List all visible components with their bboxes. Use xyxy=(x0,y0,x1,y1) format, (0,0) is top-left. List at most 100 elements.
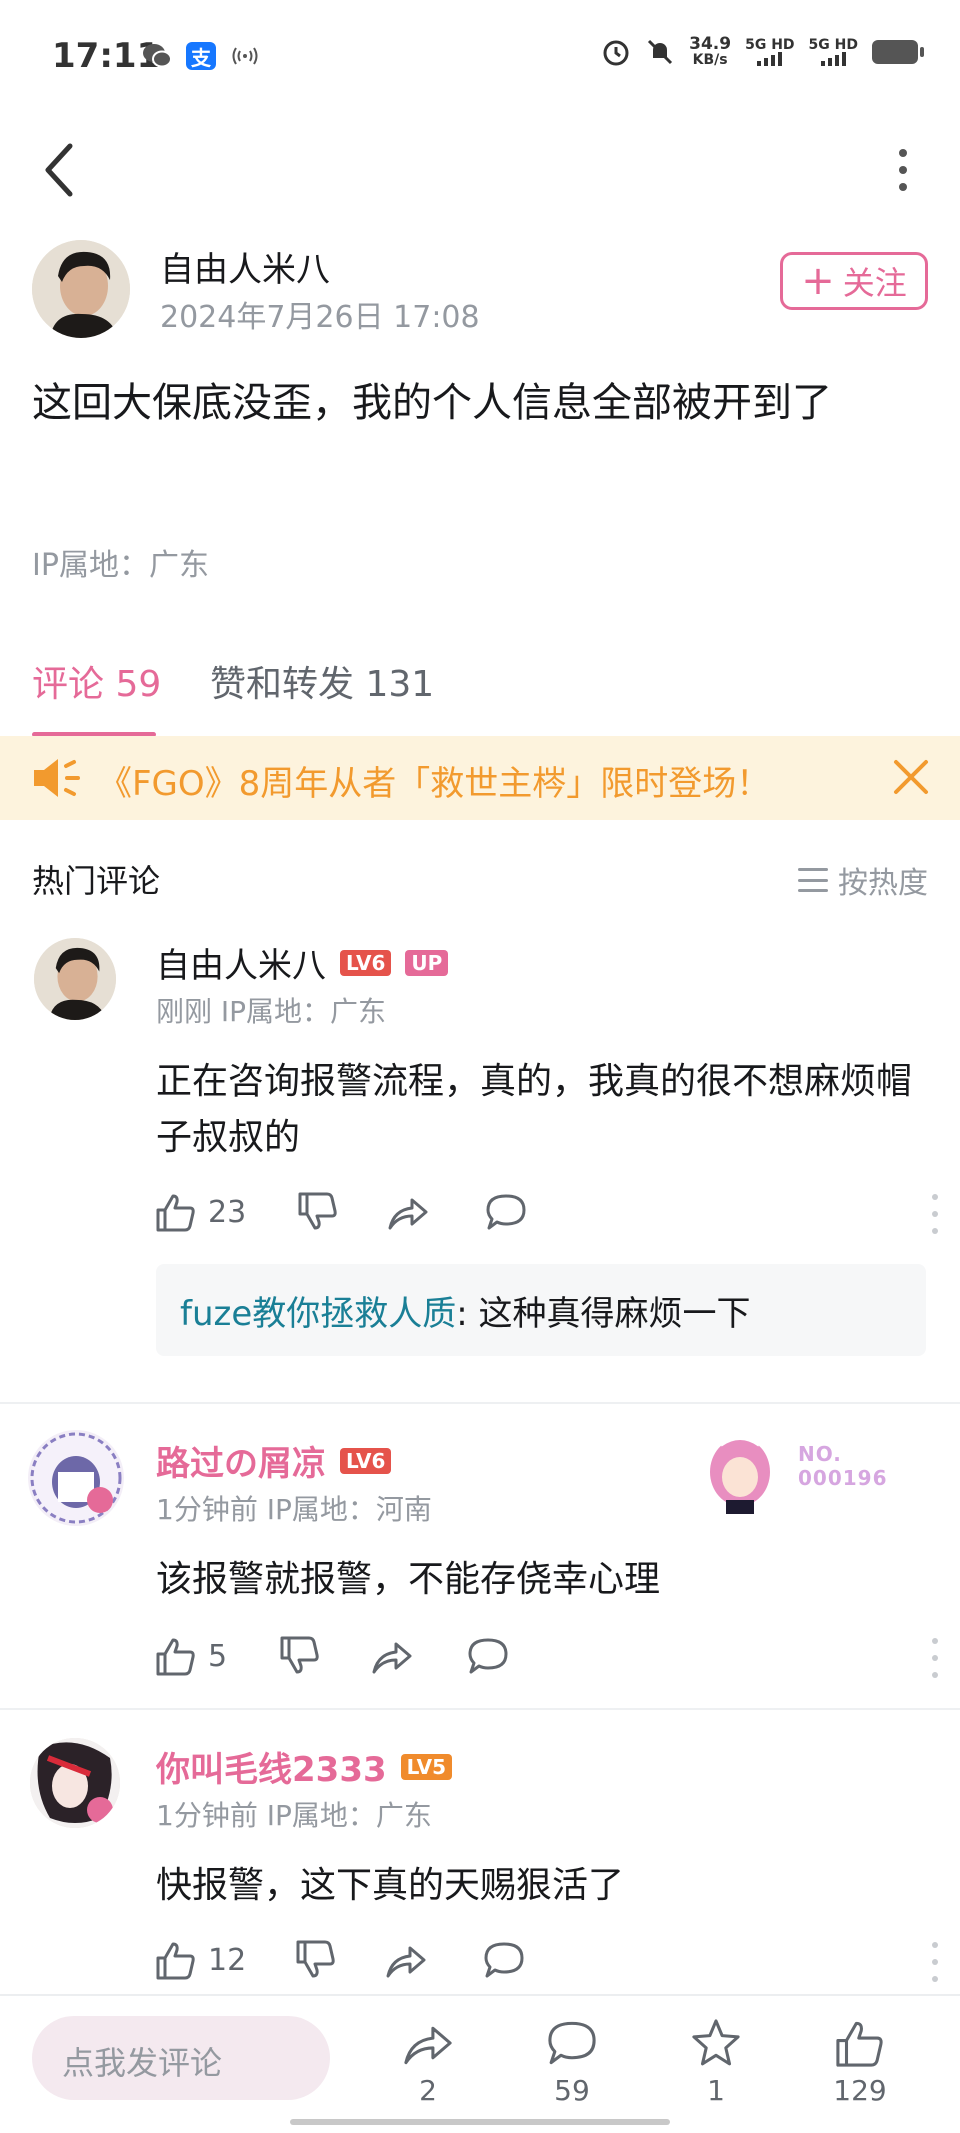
commenter-name[interactable]: 自由人米八 xyxy=(156,938,326,987)
hot-comments-header: 热门评论 按热度 xyxy=(32,856,928,906)
like-count: 12 xyxy=(208,1942,247,1978)
like-count: 5 xyxy=(208,1638,228,1674)
comment-more-button[interactable] xyxy=(930,1194,940,1234)
like-action[interactable]: 129 xyxy=(820,2016,900,2107)
commenter-name-row: 路过の屑凉 LV6 xyxy=(156,1436,392,1485)
share-count: 2 xyxy=(419,2074,437,2107)
alipay-icon: 支 xyxy=(186,42,216,70)
comment-item: 自由人米八 LV6 UP 刚刚 IP属地：广东 正在咨询报警流程，真的，我真的很… xyxy=(0,938,960,1378)
close-icon[interactable] xyxy=(888,754,934,800)
level-badge: LV5 xyxy=(400,1753,453,1780)
share-button[interactable] xyxy=(386,1190,430,1234)
comment-actions: 12 xyxy=(154,1938,938,1988)
share-button[interactable] xyxy=(384,1938,428,1982)
reply-username[interactable]: fuze教你拯救人质 xyxy=(180,1294,456,1334)
back-arrow-icon xyxy=(45,143,73,197)
comment-input[interactable]: 点我发评论 xyxy=(32,2016,330,2100)
like-button[interactable]: 23 xyxy=(154,1190,246,1234)
reply-button[interactable] xyxy=(484,1190,528,1234)
level-badge: LV6 xyxy=(340,949,392,976)
alarm-icon xyxy=(603,40,629,66)
sort-lines-icon xyxy=(798,868,828,892)
post-author: 自由人米八 2024年7月26日 17:08 + 关注 xyxy=(32,240,932,340)
like-count: 129 xyxy=(833,2074,887,2107)
follow-button[interactable]: + 关注 xyxy=(780,252,928,310)
post-datetime: 2024年7月26日 17:08 xyxy=(160,300,480,335)
commenter-avatar-image xyxy=(30,1738,120,1828)
comment-actions: 23 xyxy=(154,1190,938,1240)
commenter-avatar[interactable] xyxy=(28,1430,124,1526)
share-action[interactable]: 2 xyxy=(388,2016,468,2107)
dislike-button[interactable] xyxy=(278,1634,322,1678)
comment-more-button[interactable] xyxy=(930,1638,940,1678)
sort-button[interactable]: 按热度 xyxy=(798,858,928,902)
chat-bubble-icon xyxy=(548,2021,596,2065)
tab-comments[interactable]: 评论 59 xyxy=(32,655,161,737)
more-options-button[interactable] xyxy=(888,130,918,210)
post-ip-location: IP属地：广东 xyxy=(32,548,209,583)
speaker-icon xyxy=(34,759,80,797)
commenter-avatar[interactable] xyxy=(34,938,116,1020)
chat-bubble-icon xyxy=(468,1638,508,1674)
signal-bars-icon xyxy=(809,52,858,66)
chat-bubble-icon xyxy=(486,1194,526,1230)
comment-item: 你叫毛线2333 LV5 1分钟前 IP属地：广东 快报警，这下真的天赐狠活了 … xyxy=(0,1738,960,1992)
nfc-icon xyxy=(232,47,258,65)
like-button[interactable]: 12 xyxy=(154,1938,246,1982)
mute-bell-icon xyxy=(648,39,673,65)
thumbs-up-icon xyxy=(156,1638,195,1676)
reply-button[interactable] xyxy=(466,1634,510,1678)
favorite-action[interactable]: 1 xyxy=(676,2016,756,2107)
follow-label: 关注 xyxy=(842,264,907,302)
dislike-button[interactable] xyxy=(294,1938,338,1982)
tab-likes-reposts[interactable]: 赞和转发 131 xyxy=(210,655,434,707)
comment-count: 59 xyxy=(554,2074,590,2107)
comment-actions: 5 xyxy=(154,1634,938,1684)
home-indicator[interactable] xyxy=(290,2119,670,2125)
status-notification-icons: 支 xyxy=(142,42,260,70)
hot-comments-title: 热门评论 xyxy=(32,862,161,900)
favorite-count: 1 xyxy=(707,2074,725,2107)
bottom-action-bar: 点我发评论 2 59 1 129 xyxy=(0,1994,960,2133)
commenter-avatar-image xyxy=(30,1432,122,1524)
thumbs-up-icon xyxy=(156,1942,195,1980)
back-button[interactable] xyxy=(40,130,100,210)
battery-icon xyxy=(872,40,924,64)
commenter-name-row: 你叫毛线2333 LV5 xyxy=(156,1742,453,1791)
dislike-button[interactable] xyxy=(296,1190,340,1234)
author-avatar[interactable] xyxy=(32,240,130,338)
signal-1: 5G HD xyxy=(745,38,795,66)
wechat-icon xyxy=(143,44,172,68)
post-tabs: 评论 59 赞和转发 131 xyxy=(32,655,932,737)
anime-character-pendant-icon xyxy=(710,1434,770,1514)
network-speed: 34.9 KB/s xyxy=(689,34,732,69)
post-text: 这回大保底没歪，我的个人信息全部被开到了 xyxy=(32,380,832,426)
comment-text: 该报警就报警，不能存侥幸心理 xyxy=(156,1559,661,1600)
comment-meta: 1分钟前 IP属地：河南 xyxy=(156,1493,432,1526)
thumbs-down-icon xyxy=(298,1192,337,1230)
share-button[interactable] xyxy=(370,1634,414,1678)
pendant-number: NO. 000196 xyxy=(798,1442,888,1490)
reply-preview[interactable]: fuze教你拯救人质: 这种真得麻烦一下 xyxy=(156,1264,926,1356)
commenter-name[interactable]: 你叫毛线2333 xyxy=(156,1742,387,1791)
author-avatar-image xyxy=(32,240,130,338)
comment-action[interactable]: 59 xyxy=(532,2016,612,2107)
author-name[interactable]: 自由人米八 xyxy=(160,242,330,291)
thumbs-up-icon xyxy=(156,1194,195,1232)
level-badge: LV6 xyxy=(340,1447,392,1474)
commenter-name[interactable]: 路过の屑凉 xyxy=(156,1436,326,1485)
comment-divider xyxy=(0,1708,960,1710)
status-system-icons: 34.9 KB/s 5G HD 5G HD xyxy=(601,34,924,69)
signal-bars-icon xyxy=(745,52,794,66)
comment-more-button[interactable] xyxy=(930,1942,940,1982)
star-icon xyxy=(692,2019,740,2066)
reply-button[interactable] xyxy=(482,1938,526,1982)
thumbs-up-icon xyxy=(836,2021,883,2067)
like-button[interactable]: 5 xyxy=(154,1634,227,1678)
promo-notice-bar[interactable]: 《FGO》8周年从者「救世主梣」限时登场！ xyxy=(0,736,960,820)
plus-icon: + xyxy=(801,258,835,304)
like-count: 23 xyxy=(208,1194,247,1230)
thumbs-down-icon xyxy=(296,1940,335,1978)
commenter-avatar[interactable] xyxy=(30,1738,120,1828)
up-badge: UP xyxy=(405,949,449,976)
